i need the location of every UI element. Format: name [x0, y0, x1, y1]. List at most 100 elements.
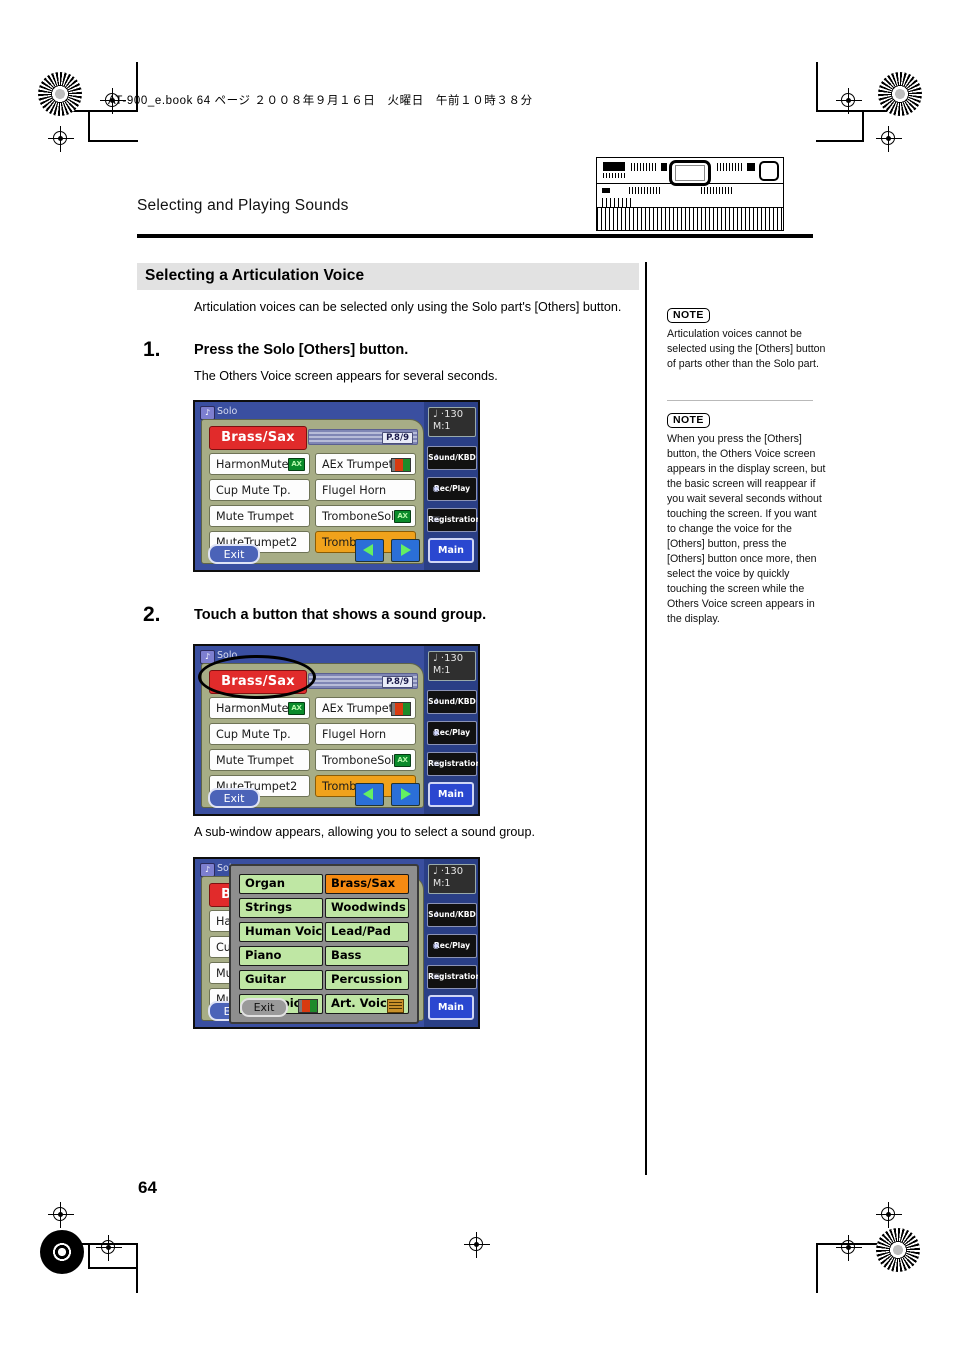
note-tag: NOTE [667, 308, 710, 323]
voice-label: Flugel Horn [322, 728, 387, 741]
voice-button[interactable]: TromboneSolo AX [315, 505, 416, 527]
sound-kbd-button[interactable]: ♪ Sound/KBD [427, 446, 477, 470]
main-button[interactable]: Main [428, 538, 474, 563]
registration-button[interactable]: ☏ Registration [427, 508, 478, 532]
next-page-arrow-icon[interactable] [391, 783, 420, 806]
hand-icon: ☏ [431, 972, 442, 981]
lcd-screen-3[interactable]: ♪ Solo Brass/Sax HarmonMuteTp Cup Mute T… [193, 857, 480, 1029]
print-density-target [876, 1228, 920, 1272]
group-button-percussion[interactable]: Percussion [325, 970, 409, 990]
speaker-icon: ◉ [432, 728, 440, 737]
group-button-human-voice[interactable]: Human Voice [239, 922, 323, 942]
voice-label: AEx Trumpet [322, 458, 394, 471]
group-button-bass[interactable]: Bass [325, 946, 409, 966]
next-page-arrow-icon[interactable] [391, 539, 420, 562]
lcd-screen-2[interactable]: ♪ Solo Brass/Sax P.8/9 HarmonMuteTp AX AE… [193, 644, 480, 816]
step-2-number: 2. [143, 603, 161, 626]
part-icon: ♪ [200, 406, 215, 420]
registration-button[interactable]: ☏ Registration [427, 965, 478, 989]
articulation-badge-icon: AX [394, 754, 411, 767]
registration-mark [836, 1235, 862, 1261]
group-button-organ[interactable]: Organ [239, 874, 323, 894]
articulation-badge-icon: AX [288, 458, 305, 471]
registration-mark [96, 1235, 122, 1261]
step-1-body: The Others Voice screen appears for seve… [194, 369, 498, 383]
group-button-piano[interactable]: Piano [239, 946, 323, 966]
section-heading-label: Selecting a Articulation Voice [145, 267, 365, 284]
voice-button[interactable]: AEx Trumpet [315, 697, 416, 719]
page-indicator: P.8/9 [382, 676, 413, 688]
rec-play-button[interactable]: ◉ Rec/Play [427, 477, 477, 501]
group-button-guitar[interactable]: Guitar [239, 970, 323, 990]
part-icon: ♪ [200, 863, 215, 877]
hand-icon: ☏ [431, 515, 442, 524]
tempo-display: ♩ ·130 M: 1 [428, 651, 476, 681]
note-box-1: NOTE Articulation voices cannot be selec… [667, 305, 827, 372]
voice-button[interactable]: HarmonMuteTp AX [209, 697, 310, 719]
speaker-icon: ◉ [432, 941, 440, 950]
registration-button[interactable]: ☏ Registration [427, 752, 478, 776]
subwindow-exit-button[interactable]: Exit [240, 998, 288, 1017]
measure-value: 1 [444, 878, 451, 889]
main-button[interactable]: Main [428, 995, 474, 1020]
print-density-target [878, 72, 922, 116]
tempo-value: ♩ ·130 [433, 409, 464, 420]
sound-kbd-button[interactable]: ♪ Sound/KBD [427, 903, 477, 927]
voice-button[interactable]: Flugel Horn [315, 479, 416, 501]
group-button-woodwinds[interactable]: Woodwinds [325, 898, 409, 918]
aex-badge-icon [298, 999, 318, 1013]
sound-group-button[interactable]: Brass/Sax [209, 426, 307, 450]
group-button-strings[interactable]: Strings [239, 898, 323, 918]
voice-button[interactable]: Flugel Horn [315, 723, 416, 745]
main-button[interactable]: Main [428, 782, 474, 807]
voice-label: Mute Trumpet [216, 754, 294, 767]
voice-button[interactable]: TromboneSolo AX [315, 749, 416, 771]
exit-button[interactable]: Exit [208, 788, 260, 808]
articulation-badge-icon: AX [394, 510, 411, 523]
group-button-art-voice[interactable]: Art. Voice [325, 994, 409, 1014]
step-2-body: A sub-window appears, allowing you to se… [194, 825, 535, 839]
voice-button[interactable]: HarmonMuteTp AX [209, 453, 310, 475]
page-scrollbar[interactable]: P.8/9 [308, 673, 418, 689]
voice-button[interactable]: Cup Mute Tp. [209, 723, 310, 745]
page-scrollbar[interactable]: P.8/9 [308, 429, 418, 445]
note-box-2: NOTE When you press the [Others] button,… [667, 410, 827, 627]
prev-page-arrow-icon[interactable] [355, 783, 384, 806]
column-divider [645, 262, 647, 1175]
tempo-value: ♩ ·130 [433, 866, 464, 877]
rec-play-button[interactable]: ◉ Rec/Play [427, 721, 477, 745]
tempo-value: ♩ ·130 [433, 653, 464, 664]
speaker-icon: ◉ [432, 484, 440, 493]
sound-group-subwindow: Organ Brass/Sax Strings Woodwinds Human … [229, 864, 419, 1024]
voice-label: TromboneSolo [322, 510, 402, 523]
note-tag: NOTE [667, 413, 710, 428]
page-indicator: P.8/9 [382, 432, 413, 444]
step-1-title: Press the Solo [Others] button. [194, 342, 409, 358]
aex-badge-icon [391, 702, 411, 716]
step-1-number: 1. [143, 338, 161, 361]
header-rule [137, 234, 813, 238]
measure-value: 1 [444, 665, 451, 676]
note-divider [667, 400, 813, 401]
voice-label: Cup Mute Tp. [216, 728, 291, 741]
note-text: When you press the [Others] button, the … [667, 433, 826, 626]
voice-button[interactable]: Mute Trumpet [209, 505, 310, 527]
group-button-brass-sax[interactable]: Brass/Sax [325, 874, 409, 894]
voice-button[interactable]: Mute Trumpet [209, 749, 310, 771]
sound-kbd-button[interactable]: ♪ Sound/KBD [427, 690, 477, 714]
step-2-title: Touch a button that shows a sound group. [194, 607, 487, 623]
sound-group-button[interactable]: Brass/Sax [209, 670, 307, 694]
voice-button[interactable]: AEx Trumpet [315, 453, 416, 475]
prev-page-arrow-icon[interactable] [355, 539, 384, 562]
voice-button[interactable]: Cup Mute Tp. [209, 479, 310, 501]
group-button-lead-pad[interactable]: Lead/Pad [325, 922, 409, 942]
note-text: Articulation voices cannot be selected u… [667, 328, 826, 371]
lcd-side-strip: ♩ ·130 M: 1 ♪ Sound/KBD ◉ Rec/Play ☏ Registr… [424, 646, 478, 814]
voice-label: Cup Mute Tp. [216, 484, 291, 497]
exit-button[interactable]: Exit [208, 544, 260, 564]
organ-panel-thumbnail-icon [596, 157, 784, 231]
measure-label: M: [433, 878, 445, 889]
rec-play-button[interactable]: ◉ Rec/Play [427, 934, 477, 958]
lcd-screen-1[interactable]: ♪ Solo Brass/Sax P.8/9 HarmonMuteTp AX AE… [193, 400, 480, 572]
part-icon: ♪ [200, 650, 215, 664]
